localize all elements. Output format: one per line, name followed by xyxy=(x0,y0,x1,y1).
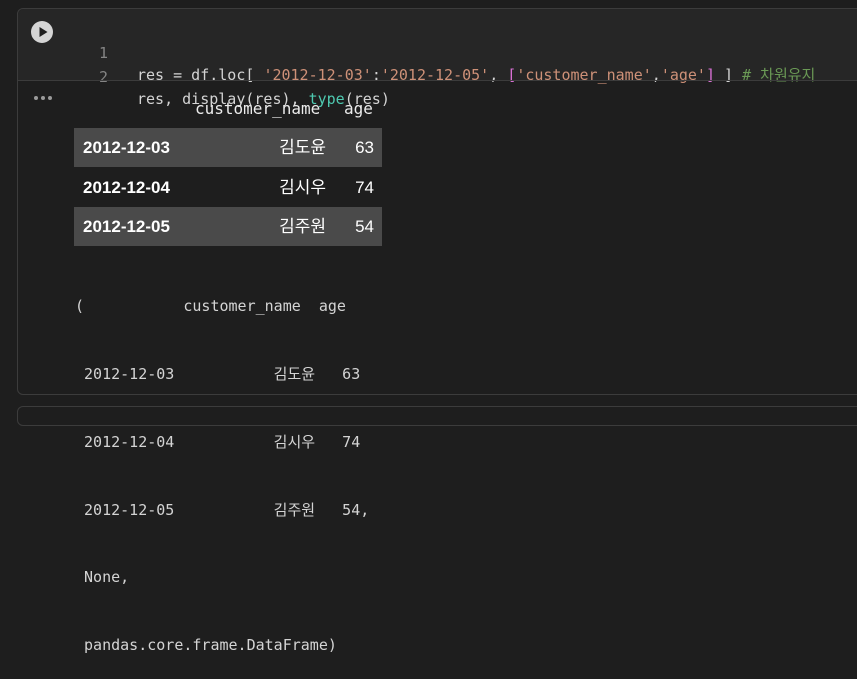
bracket: ] xyxy=(705,66,715,84)
code-token: , xyxy=(489,66,508,84)
cell-age: 54 xyxy=(355,217,374,236)
row-index: 2012-12-04 xyxy=(83,178,170,197)
row-index: 2012-12-05 xyxy=(83,217,170,236)
bracket: [ xyxy=(507,66,517,84)
code-line-1: 1 res = df.loc[ '2012-12-03':'2012-12-05… xyxy=(18,20,857,84)
cell-age: 63 xyxy=(355,138,374,157)
output-line: pandas.core.frame.DataFrame) xyxy=(75,636,337,655)
output-line: 2012-12-05 김주원 54, xyxy=(75,500,370,519)
output-line: 2012-12-04 김시우 74 xyxy=(75,432,361,451)
string-literal: 'customer_name' xyxy=(516,66,652,84)
cell-customer-name: 김시우 xyxy=(279,178,326,197)
cell-age: 74 xyxy=(355,178,374,197)
table-row: 2012-12-05 김주원 54 xyxy=(74,207,382,246)
text-output: ( customer_name age 2012-12-03 김도윤 63 20… xyxy=(75,250,369,679)
string-literal: '2012-12-05' xyxy=(380,66,490,84)
code-editor[interactable]: 1 res = df.loc[ '2012-12-03':'2012-12-05… xyxy=(18,9,857,108)
run-cell-button[interactable] xyxy=(31,21,53,43)
code-text: res = df.loc[ '2012-12-03':'2012-12-05',… xyxy=(137,64,815,86)
output-line: None, xyxy=(75,568,130,587)
cell-customer-name: 김도윤 xyxy=(279,138,326,157)
code-token: res = df.loc[ xyxy=(137,66,264,84)
output-divider xyxy=(18,80,857,81)
table-row: 2012-12-04 김시우 74 xyxy=(74,168,382,207)
code-line-2: 2 res, display(res), type(res) xyxy=(18,44,857,108)
line-number: 2 xyxy=(98,68,108,86)
table-row: 2012-12-03 김도윤 63 xyxy=(74,128,382,167)
cell-customer-name: 김주원 xyxy=(279,217,326,236)
column-header-customer-name: customer_name xyxy=(195,99,321,118)
output-line: ( customer_name age xyxy=(75,297,346,316)
code-token: : xyxy=(371,66,381,84)
code-token: ] xyxy=(715,66,743,84)
string-literal: '2012-12-03' xyxy=(263,66,372,84)
more-horizontal-icon[interactable] xyxy=(34,94,52,102)
play-circle-icon xyxy=(39,27,48,37)
string-literal: 'age' xyxy=(660,66,706,84)
code-token: , xyxy=(651,66,661,84)
code-comment: # 차원유지 xyxy=(742,66,816,84)
output-line: 2012-12-03 김도윤 63 xyxy=(75,364,361,383)
column-header-age: age xyxy=(344,99,373,118)
row-index: 2012-12-03 xyxy=(83,138,170,157)
next-code-cell[interactable] xyxy=(17,406,857,426)
